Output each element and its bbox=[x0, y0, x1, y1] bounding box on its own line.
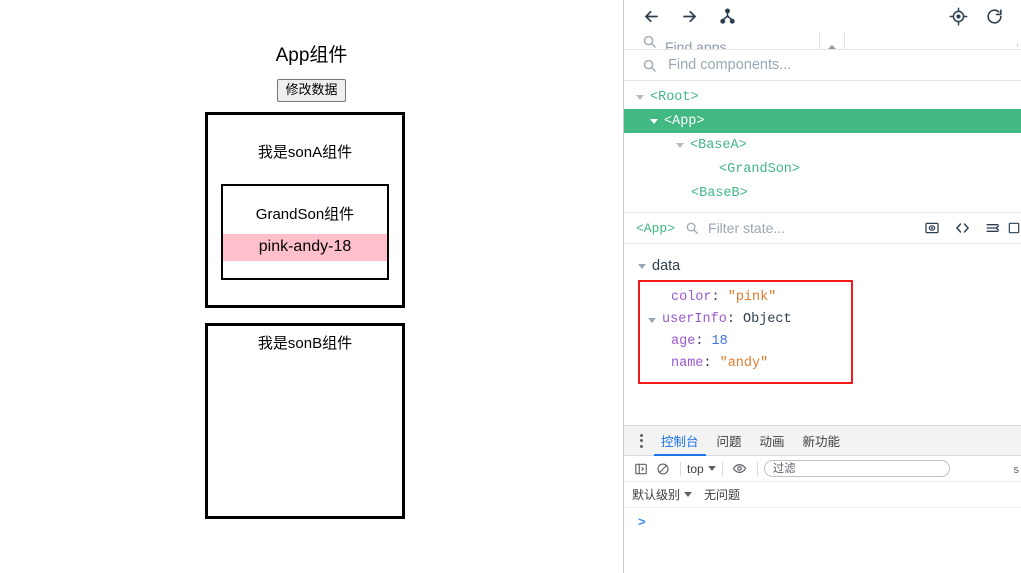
filter-state-input[interactable] bbox=[706, 219, 827, 237]
screenshot-root: App组件 修改数据 我是sonA组件 GrandSon组件 pink-andy… bbox=[0, 0, 1021, 573]
state-value: "pink" bbox=[727, 290, 777, 305]
tree-node-basea[interactable]: <BaseA> bbox=[624, 133, 1021, 157]
selected-component-tag: <App> bbox=[636, 220, 676, 236]
state-filter-bar: <App> bbox=[624, 212, 1021, 244]
console-context-label: top bbox=[687, 461, 704, 476]
toolbar-separator bbox=[756, 461, 758, 476]
find-components-row[interactable] bbox=[624, 50, 1021, 81]
tree-node-label: <Root> bbox=[650, 89, 699, 105]
refresh-icon[interactable] bbox=[981, 4, 1007, 30]
tree-node-label: <BaseA> bbox=[690, 137, 747, 153]
toolbar-separator bbox=[680, 461, 681, 476]
prompt-chevron-icon: > bbox=[638, 513, 646, 529]
grandson-component-box: GrandSon组件 pink-andy-18 bbox=[221, 184, 389, 280]
data-annotation-box: color: "pink" userInfo: Object age: 18 n… bbox=[638, 280, 853, 384]
arrow-right-icon[interactable] bbox=[676, 4, 702, 30]
page-title: App组件 bbox=[275, 45, 348, 66]
state-value: 18 bbox=[711, 334, 728, 349]
modify-data-button[interactable]: 修改数据 bbox=[277, 79, 346, 102]
chevron-down-icon[interactable] bbox=[676, 142, 684, 148]
search-icon bbox=[685, 221, 699, 235]
open-in-editor-icon[interactable] bbox=[947, 215, 977, 241]
console-filter-input[interactable] bbox=[763, 460, 950, 477]
state-key: age bbox=[671, 334, 696, 349]
tree-node-label: <App> bbox=[664, 113, 705, 129]
console-issues-status: 无问题 bbox=[704, 488, 741, 502]
state-entry-age[interactable]: age: 18 bbox=[640, 331, 851, 353]
tree-node-app[interactable]: <App> bbox=[624, 109, 1021, 133]
state-value: "andy" bbox=[719, 356, 769, 371]
find-apps-row[interactable]: Find apps , bbox=[624, 33, 1021, 50]
chevron-down-icon[interactable] bbox=[650, 118, 658, 124]
console-drawer: 控制台 问题 动画 新功能 top 过滤 s 默认级别 无问题 > bbox=[624, 425, 1021, 573]
target-select-icon[interactable] bbox=[945, 4, 971, 30]
grandson-value-highlight: pink-andy-18 bbox=[223, 234, 387, 261]
search-icon bbox=[642, 58, 657, 73]
console-level-bar: 默认级别 无问题 bbox=[624, 482, 1021, 508]
sona-label: 我是sonA组件 bbox=[257, 144, 353, 161]
inspect-dom-icon[interactable] bbox=[917, 215, 947, 241]
tree-node-label: <BaseB> bbox=[691, 185, 748, 201]
chevron-down-icon[interactable] bbox=[648, 317, 656, 323]
find-apps-placeholder: Find apps bbox=[665, 39, 727, 50]
tree-node-label: <GrandSon> bbox=[719, 161, 801, 177]
state-key: name bbox=[671, 356, 704, 371]
arrow-left-icon[interactable] bbox=[638, 4, 664, 30]
tree-node-baseb[interactable]: <BaseB> bbox=[624, 181, 1021, 205]
console-context-select[interactable]: top bbox=[687, 462, 716, 476]
grandson-label: GrandSon组件 bbox=[255, 206, 355, 223]
live-expression-icon[interactable] bbox=[729, 458, 751, 480]
state-value: Object bbox=[743, 312, 792, 327]
console-toolbar-tail: s bbox=[1013, 464, 1020, 476]
state-key: color bbox=[671, 290, 712, 305]
state-entry-color[interactable]: color: "pink" bbox=[640, 287, 851, 309]
toolbar-separator bbox=[721, 461, 723, 476]
state-entry-name[interactable]: name: "andy" bbox=[640, 353, 851, 375]
state-entry-userinfo[interactable]: userInfo: Object bbox=[640, 309, 851, 331]
tab-console[interactable]: 控制台 bbox=[652, 426, 708, 456]
component-tree-icon[interactable] bbox=[714, 4, 740, 30]
search-icon bbox=[642, 34, 657, 49]
tree-node-grandson[interactable]: <GrandSon> bbox=[624, 157, 1021, 181]
chevron-down-icon bbox=[684, 492, 693, 497]
split-panel-icon[interactable] bbox=[1007, 215, 1021, 241]
devtools-panel: Find apps , <Root> <App> <BaseA> bbox=[624, 0, 1021, 573]
show-sidebar-icon[interactable] bbox=[630, 458, 652, 480]
sonb-label: 我是sonB组件 bbox=[257, 335, 353, 352]
collapse-all-icon[interactable] bbox=[977, 215, 1007, 241]
data-section-label: data bbox=[652, 258, 681, 274]
chevron-down-icon[interactable] bbox=[638, 263, 646, 269]
console-toolbar: top s bbox=[624, 456, 1021, 482]
console-prompt-row[interactable]: > bbox=[624, 508, 1021, 534]
find-apps-row-tail: , bbox=[1015, 36, 1019, 48]
modify-button-container: 修改数据 bbox=[0, 79, 623, 102]
console-level-label: 默认级别 bbox=[632, 488, 681, 502]
chevron-up-icon[interactable] bbox=[819, 33, 845, 49]
sona-component-box: 我是sonA组件 GrandSon组件 pink-andy-18 bbox=[205, 112, 405, 308]
chevron-down-icon[interactable] bbox=[636, 94, 644, 100]
find-components-input[interactable] bbox=[666, 56, 966, 74]
tab-issues[interactable]: 问题 bbox=[708, 426, 751, 456]
state-inspector: data color: "pink" userInfo: Object age:… bbox=[624, 244, 1021, 384]
tab-animations[interactable]: 动画 bbox=[751, 426, 794, 456]
sonb-component-box: 我是sonB组件 bbox=[205, 323, 405, 519]
grandson-bottom-pad bbox=[223, 261, 387, 278]
kebab-menu-icon[interactable] bbox=[630, 429, 652, 453]
tab-whats-new[interactable]: 新功能 bbox=[794, 426, 850, 456]
rendered-app-page: App组件 修改数据 我是sonA组件 GrandSon组件 pink-andy… bbox=[0, 0, 623, 573]
state-key: userInfo bbox=[662, 312, 727, 327]
tree-node-root[interactable]: <Root> bbox=[624, 85, 1021, 109]
console-tab-bar: 控制台 问题 动画 新功能 bbox=[624, 426, 1021, 456]
component-tree: <Root> <App> <BaseA> <GrandSon> <BaseB> bbox=[624, 81, 1021, 205]
vue-devtools-toolbar bbox=[624, 0, 1021, 33]
clear-console-icon[interactable] bbox=[652, 458, 674, 480]
data-section-header[interactable]: data bbox=[638, 258, 1021, 274]
chevron-down-icon bbox=[707, 466, 716, 471]
console-level-select[interactable]: 默认级别 bbox=[632, 486, 693, 503]
